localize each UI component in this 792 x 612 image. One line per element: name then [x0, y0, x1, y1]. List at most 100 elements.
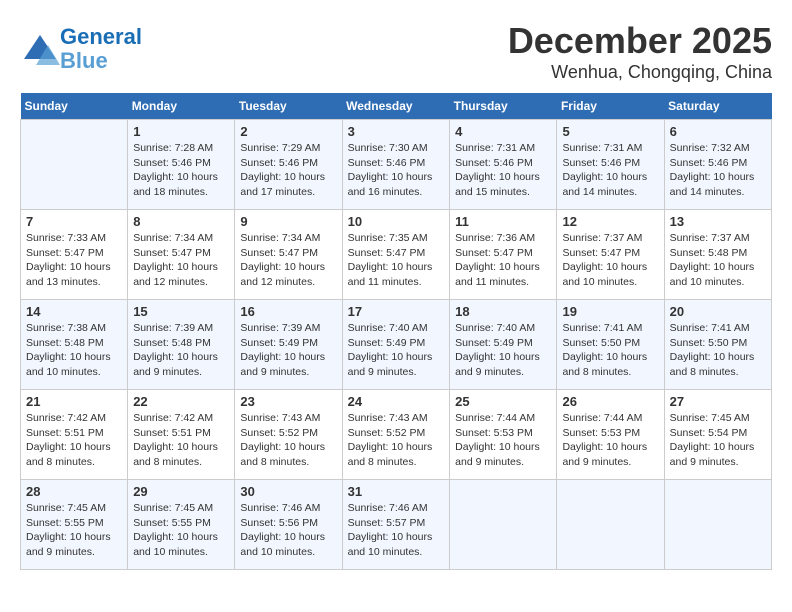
calendar-cell: 4 Sunrise: 7:31 AMSunset: 5:46 PMDayligh… — [450, 120, 557, 210]
calendar-cell — [450, 480, 557, 570]
logo-text-line1: General — [60, 25, 142, 49]
calendar-cell — [557, 480, 664, 570]
day-info: Sunrise: 7:40 AMSunset: 5:49 PMDaylight:… — [455, 321, 551, 380]
day-number: 29 — [133, 484, 229, 499]
day-info: Sunrise: 7:37 AMSunset: 5:48 PMDaylight:… — [670, 231, 766, 290]
day-info: Sunrise: 7:46 AMSunset: 5:56 PMDaylight:… — [240, 501, 336, 560]
day-info: Sunrise: 7:43 AMSunset: 5:52 PMDaylight:… — [240, 411, 336, 470]
calendar-cell — [664, 480, 771, 570]
calendar-cell: 6 Sunrise: 7:32 AMSunset: 5:46 PMDayligh… — [664, 120, 771, 210]
day-info: Sunrise: 7:34 AMSunset: 5:47 PMDaylight:… — [240, 231, 336, 290]
day-number: 4 — [455, 124, 551, 139]
day-number: 17 — [348, 304, 445, 319]
day-number: 3 — [348, 124, 445, 139]
weekday-header-row: SundayMondayTuesdayWednesdayThursdayFrid… — [21, 93, 772, 120]
day-info: Sunrise: 7:38 AMSunset: 5:48 PMDaylight:… — [26, 321, 122, 380]
day-number: 5 — [562, 124, 658, 139]
day-number: 23 — [240, 394, 336, 409]
day-info: Sunrise: 7:42 AMSunset: 5:51 PMDaylight:… — [26, 411, 122, 470]
calendar-cell: 31 Sunrise: 7:46 AMSunset: 5:57 PMDaylig… — [342, 480, 450, 570]
day-number: 8 — [133, 214, 229, 229]
day-number: 18 — [455, 304, 551, 319]
weekday-header-thursday: Thursday — [450, 93, 557, 120]
calendar-cell: 2 Sunrise: 7:29 AMSunset: 5:46 PMDayligh… — [235, 120, 342, 210]
calendar-cell: 26 Sunrise: 7:44 AMSunset: 5:53 PMDaylig… — [557, 390, 664, 480]
day-number: 16 — [240, 304, 336, 319]
calendar-cell: 17 Sunrise: 7:40 AMSunset: 5:49 PMDaylig… — [342, 300, 450, 390]
day-number: 31 — [348, 484, 445, 499]
page-header: General Blue December 2025 Wenhua, Chong… — [20, 20, 772, 83]
day-info: Sunrise: 7:31 AMSunset: 5:46 PMDaylight:… — [562, 141, 658, 200]
weekday-header-tuesday: Tuesday — [235, 93, 342, 120]
day-info: Sunrise: 7:40 AMSunset: 5:49 PMDaylight:… — [348, 321, 445, 380]
calendar-cell: 10 Sunrise: 7:35 AMSunset: 5:47 PMDaylig… — [342, 210, 450, 300]
day-info: Sunrise: 7:42 AMSunset: 5:51 PMDaylight:… — [133, 411, 229, 470]
calendar-cell: 1 Sunrise: 7:28 AMSunset: 5:46 PMDayligh… — [128, 120, 235, 210]
week-row-2: 7 Sunrise: 7:33 AMSunset: 5:47 PMDayligh… — [21, 210, 772, 300]
month-title: December 2025 — [508, 20, 772, 62]
week-row-1: 1 Sunrise: 7:28 AMSunset: 5:46 PMDayligh… — [21, 120, 772, 210]
day-info: Sunrise: 7:39 AMSunset: 5:49 PMDaylight:… — [240, 321, 336, 380]
day-info: Sunrise: 7:41 AMSunset: 5:50 PMDaylight:… — [670, 321, 766, 380]
week-row-3: 14 Sunrise: 7:38 AMSunset: 5:48 PMDaylig… — [21, 300, 772, 390]
day-info: Sunrise: 7:46 AMSunset: 5:57 PMDaylight:… — [348, 501, 445, 560]
day-info: Sunrise: 7:34 AMSunset: 5:47 PMDaylight:… — [133, 231, 229, 290]
day-info: Sunrise: 7:29 AMSunset: 5:46 PMDaylight:… — [240, 141, 336, 200]
calendar-table: SundayMondayTuesdayWednesdayThursdayFrid… — [20, 93, 772, 570]
weekday-header-monday: Monday — [128, 93, 235, 120]
day-number: 10 — [348, 214, 445, 229]
calendar-cell: 19 Sunrise: 7:41 AMSunset: 5:50 PMDaylig… — [557, 300, 664, 390]
calendar-cell: 23 Sunrise: 7:43 AMSunset: 5:52 PMDaylig… — [235, 390, 342, 480]
calendar-cell: 11 Sunrise: 7:36 AMSunset: 5:47 PMDaylig… — [450, 210, 557, 300]
calendar-cell: 22 Sunrise: 7:42 AMSunset: 5:51 PMDaylig… — [128, 390, 235, 480]
weekday-header-wednesday: Wednesday — [342, 93, 450, 120]
day-number: 7 — [26, 214, 122, 229]
day-info: Sunrise: 7:36 AMSunset: 5:47 PMDaylight:… — [455, 231, 551, 290]
day-number: 13 — [670, 214, 766, 229]
calendar-cell: 16 Sunrise: 7:39 AMSunset: 5:49 PMDaylig… — [235, 300, 342, 390]
weekday-header-friday: Friday — [557, 93, 664, 120]
day-info: Sunrise: 7:45 AMSunset: 5:55 PMDaylight:… — [26, 501, 122, 560]
day-info: Sunrise: 7:28 AMSunset: 5:46 PMDaylight:… — [133, 141, 229, 200]
day-number: 6 — [670, 124, 766, 139]
calendar-cell: 20 Sunrise: 7:41 AMSunset: 5:50 PMDaylig… — [664, 300, 771, 390]
weekday-header-sunday: Sunday — [21, 93, 128, 120]
day-info: Sunrise: 7:37 AMSunset: 5:47 PMDaylight:… — [562, 231, 658, 290]
calendar-cell: 5 Sunrise: 7:31 AMSunset: 5:46 PMDayligh… — [557, 120, 664, 210]
day-number: 26 — [562, 394, 658, 409]
day-info: Sunrise: 7:33 AMSunset: 5:47 PMDaylight:… — [26, 231, 122, 290]
week-row-5: 28 Sunrise: 7:45 AMSunset: 5:55 PMDaylig… — [21, 480, 772, 570]
calendar-cell: 13 Sunrise: 7:37 AMSunset: 5:48 PMDaylig… — [664, 210, 771, 300]
day-number: 11 — [455, 214, 551, 229]
day-info: Sunrise: 7:32 AMSunset: 5:46 PMDaylight:… — [670, 141, 766, 200]
day-number: 24 — [348, 394, 445, 409]
day-number: 27 — [670, 394, 766, 409]
day-number: 21 — [26, 394, 122, 409]
calendar-cell: 14 Sunrise: 7:38 AMSunset: 5:48 PMDaylig… — [21, 300, 128, 390]
calendar-cell: 8 Sunrise: 7:34 AMSunset: 5:47 PMDayligh… — [128, 210, 235, 300]
calendar-cell: 18 Sunrise: 7:40 AMSunset: 5:49 PMDaylig… — [450, 300, 557, 390]
day-number: 28 — [26, 484, 122, 499]
location-title: Wenhua, Chongqing, China — [508, 62, 772, 83]
calendar-cell: 9 Sunrise: 7:34 AMSunset: 5:47 PMDayligh… — [235, 210, 342, 300]
day-info: Sunrise: 7:43 AMSunset: 5:52 PMDaylight:… — [348, 411, 445, 470]
title-block: December 2025 Wenhua, Chongqing, China — [508, 20, 772, 83]
day-number: 22 — [133, 394, 229, 409]
calendar-cell: 12 Sunrise: 7:37 AMSunset: 5:47 PMDaylig… — [557, 210, 664, 300]
day-number: 14 — [26, 304, 122, 319]
day-number: 2 — [240, 124, 336, 139]
day-number: 9 — [240, 214, 336, 229]
day-number: 15 — [133, 304, 229, 319]
day-number: 20 — [670, 304, 766, 319]
day-info: Sunrise: 7:45 AMSunset: 5:55 PMDaylight:… — [133, 501, 229, 560]
calendar-cell: 3 Sunrise: 7:30 AMSunset: 5:46 PMDayligh… — [342, 120, 450, 210]
logo: General Blue — [20, 25, 142, 73]
calendar-cell: 24 Sunrise: 7:43 AMSunset: 5:52 PMDaylig… — [342, 390, 450, 480]
day-number: 30 — [240, 484, 336, 499]
calendar-cell: 30 Sunrise: 7:46 AMSunset: 5:56 PMDaylig… — [235, 480, 342, 570]
day-info: Sunrise: 7:39 AMSunset: 5:48 PMDaylight:… — [133, 321, 229, 380]
day-info: Sunrise: 7:30 AMSunset: 5:46 PMDaylight:… — [348, 141, 445, 200]
calendar-cell: 25 Sunrise: 7:44 AMSunset: 5:53 PMDaylig… — [450, 390, 557, 480]
logo-icon — [20, 31, 56, 67]
weekday-header-saturday: Saturday — [664, 93, 771, 120]
